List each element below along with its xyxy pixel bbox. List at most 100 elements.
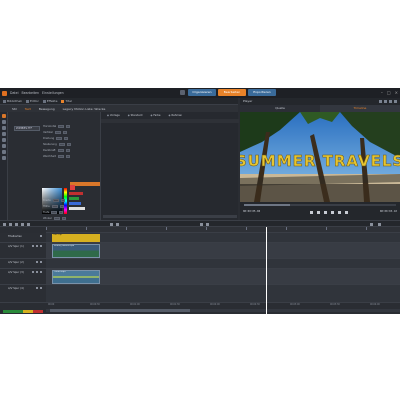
track-lane[interactable]: Strand_Palmen.mp4 bbox=[46, 243, 400, 259]
menu-settings[interactable]: Einstellungen bbox=[42, 91, 64, 95]
prop-stepper[interactable] bbox=[60, 198, 65, 202]
track-lane[interactable] bbox=[46, 285, 400, 303]
scrollbar-thumb[interactable] bbox=[50, 309, 190, 312]
tab-export[interactable]: Exportieren bbox=[248, 89, 276, 96]
tab-title[interactable]: Titel bbox=[61, 99, 72, 103]
trash-icon[interactable] bbox=[9, 223, 12, 226]
zoom-tool-icon[interactable] bbox=[2, 156, 6, 160]
skip-start-icon[interactable] bbox=[310, 211, 313, 214]
subtab-style[interactable]: Stil bbox=[12, 107, 17, 111]
play-icon[interactable] bbox=[324, 211, 327, 214]
lock-icon[interactable] bbox=[40, 245, 42, 247]
step-back-icon[interactable] bbox=[317, 211, 320, 214]
title-clip[interactable]: Titel Clip bbox=[52, 234, 100, 242]
video-preview[interactable]: SUMMER TRAVELS bbox=[240, 112, 400, 202]
timeline-settings-icon[interactable] bbox=[370, 223, 373, 226]
tab-organize[interactable]: Organisieren bbox=[188, 89, 216, 96]
layer-tool-icon[interactable] bbox=[2, 144, 6, 148]
subtab-legacy[interactable]: Legacy Motion Liste: Wrecke bbox=[63, 107, 106, 111]
speaker-icon[interactable] bbox=[36, 271, 38, 273]
title-overlay-text[interactable]: SUMMER TRAVELS bbox=[240, 152, 400, 171]
stop-icon[interactable] bbox=[206, 223, 209, 226]
video-clip[interactable]: Strand_Palmen.mp4 bbox=[52, 244, 100, 258]
lock-icon[interactable] bbox=[40, 261, 42, 263]
prop-value-field[interactable] bbox=[56, 136, 63, 140]
skip-end-icon[interactable] bbox=[338, 211, 341, 214]
text-tool-icon[interactable] bbox=[2, 120, 6, 124]
home-icon[interactable] bbox=[180, 90, 185, 95]
marker-icon[interactable] bbox=[21, 223, 24, 226]
lock-icon[interactable] bbox=[40, 235, 42, 237]
tab-library[interactable]: Bibliothek bbox=[3, 99, 22, 103]
tab-timeline[interactable]: Timeline bbox=[320, 105, 400, 112]
swatch-red[interactable] bbox=[70, 185, 75, 190]
font-select[interactable]: ZOMBIES.TTF bbox=[14, 126, 40, 131]
track-header[interactable]: A/V Spur (4) bbox=[0, 285, 46, 303]
menu-edit[interactable]: Bearbeiten bbox=[22, 91, 40, 95]
filter-frame[interactable]: Rahmen bbox=[169, 114, 182, 117]
loop-icon[interactable] bbox=[345, 211, 348, 214]
prop-value-field[interactable] bbox=[51, 204, 58, 208]
timecode-right[interactable]: 00:00:03.10 bbox=[380, 210, 397, 213]
prop-stepper[interactable] bbox=[64, 136, 69, 140]
maximize-icon[interactable]: □ bbox=[387, 90, 391, 95]
snap-icon[interactable] bbox=[15, 223, 18, 226]
razor-icon[interactable] bbox=[3, 223, 6, 226]
scrub-bar[interactable] bbox=[244, 204, 396, 206]
track-header[interactable]: A/V Spur (2) bbox=[0, 259, 46, 269]
prop-value-field[interactable] bbox=[54, 130, 61, 134]
filter-standard[interactable]: Standard bbox=[128, 114, 143, 117]
crop-tool-icon[interactable] bbox=[2, 150, 6, 154]
subtab-motion[interactable]: Bewegung bbox=[39, 107, 55, 111]
speaker-icon[interactable] bbox=[36, 287, 38, 289]
expand-icon[interactable] bbox=[378, 223, 381, 226]
prop-stepper[interactable] bbox=[66, 124, 71, 128]
playhead[interactable] bbox=[266, 227, 267, 314]
tab-source[interactable]: Quelle bbox=[240, 105, 320, 112]
tab-edit[interactable]: Bearbeiten bbox=[218, 89, 246, 96]
eye-icon[interactable] bbox=[32, 245, 34, 247]
prop-value-field[interactable] bbox=[57, 148, 64, 152]
tab-editor[interactable]: Editor bbox=[25, 99, 39, 103]
track-lane[interactable]: Ozean.mp4 bbox=[46, 269, 400, 285]
play-timeline-icon[interactable] bbox=[200, 223, 203, 226]
speaker-icon[interactable] bbox=[36, 245, 38, 247]
settings-icon[interactable] bbox=[394, 100, 397, 103]
track-lane[interactable]: Titel Clip bbox=[46, 233, 400, 243]
filter-color[interactable]: Farbe bbox=[150, 114, 160, 117]
select-tool-icon[interactable] bbox=[2, 114, 6, 118]
subtab-text[interactable]: Text bbox=[25, 107, 31, 111]
timecode-left[interactable]: 00:00:05.00 bbox=[243, 210, 260, 213]
align-tool-icon[interactable] bbox=[2, 138, 6, 142]
prop-stepper[interactable] bbox=[62, 130, 67, 134]
prop-value-field[interactable] bbox=[58, 124, 65, 128]
timeline-scrollbar[interactable] bbox=[46, 309, 400, 312]
filter-template[interactable]: Vorlage bbox=[107, 114, 120, 117]
lock-icon[interactable] bbox=[40, 287, 42, 289]
tab-effects[interactable]: Effekte bbox=[42, 99, 57, 103]
prop-stepper[interactable] bbox=[65, 154, 70, 158]
prop-stepper[interactable] bbox=[66, 142, 71, 146]
red-slider[interactable] bbox=[69, 192, 83, 195]
prop-value-field[interactable] bbox=[51, 210, 58, 214]
prop-value-field[interactable] bbox=[58, 142, 65, 146]
zoom-in-icon[interactable] bbox=[116, 223, 119, 226]
blue-slider[interactable] bbox=[69, 202, 81, 205]
fullscreen-icon[interactable] bbox=[389, 100, 392, 103]
green-slider[interactable] bbox=[69, 197, 79, 200]
prop-stepper[interactable] bbox=[59, 204, 64, 208]
prop-value-field[interactable] bbox=[57, 154, 64, 158]
prop-stepper[interactable] bbox=[59, 210, 64, 214]
library-scrollbar[interactable] bbox=[103, 215, 237, 218]
prop-stepper[interactable] bbox=[65, 148, 70, 152]
close-icon[interactable]: × bbox=[395, 90, 398, 95]
pen-tool-icon[interactable] bbox=[2, 132, 6, 136]
track-header[interactable]: Titelkarten bbox=[0, 233, 46, 243]
track-lane[interactable] bbox=[46, 259, 400, 269]
shape-tool-icon[interactable] bbox=[2, 126, 6, 130]
minimize-icon[interactable]: – bbox=[381, 90, 383, 95]
safe-area-icon[interactable] bbox=[384, 100, 387, 103]
zoom-out-icon[interactable] bbox=[110, 223, 113, 226]
audio-mixer-icon[interactable] bbox=[27, 223, 30, 226]
track-header[interactable]: A/V Spur (3) bbox=[0, 269, 46, 285]
